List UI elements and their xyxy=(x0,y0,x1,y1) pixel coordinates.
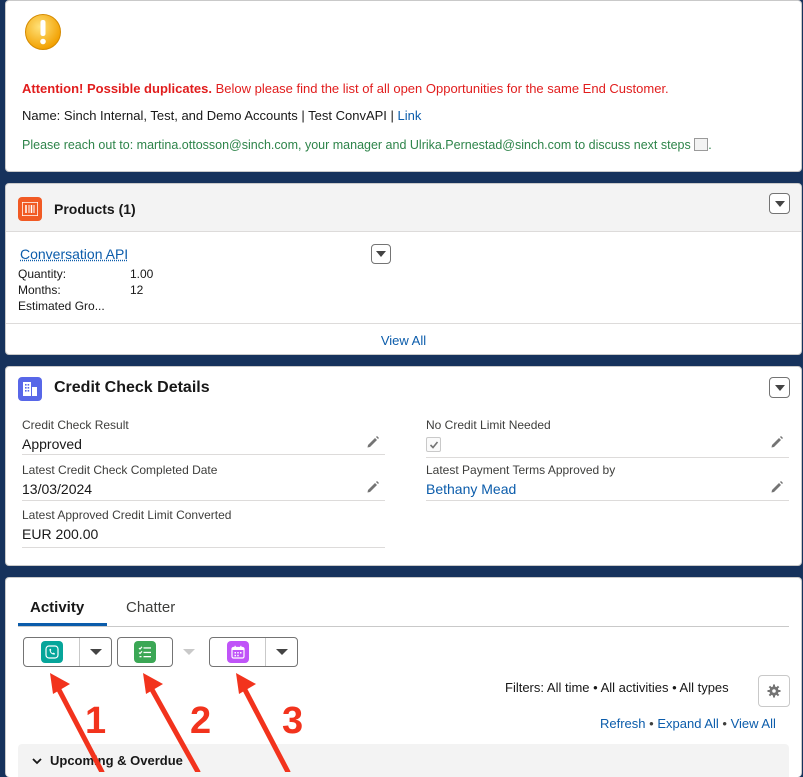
duplicate-name-line: Name: Sinch Internal, Test, and Demo Acc… xyxy=(22,108,421,123)
no-limit-checkbox xyxy=(426,437,441,452)
duplicate-name-text: Name: Sinch Internal, Test, and Demo Acc… xyxy=(22,108,398,123)
credit-title: Credit Check Details xyxy=(54,379,210,397)
edit-terms-icon[interactable] xyxy=(770,480,784,494)
edit-credit-result-icon[interactable] xyxy=(366,435,380,449)
chevron-down-icon xyxy=(90,649,102,655)
credit-limit-value: EUR 200.00 xyxy=(22,526,98,542)
estimated-label: Estimated Gro... xyxy=(18,299,105,313)
products-menu-button[interactable] xyxy=(769,193,790,214)
activity-settings-button[interactable] xyxy=(758,675,790,707)
phone-icon xyxy=(41,641,63,663)
terms-label: Latest Payment Terms Approved by xyxy=(426,463,615,477)
activity-card: Activity Chatter Filters: All time • All… xyxy=(5,577,802,777)
task-icon xyxy=(134,641,156,663)
link-separator: • xyxy=(722,716,730,731)
chevron-down-icon xyxy=(276,649,288,655)
upcoming-overdue-title: Upcoming & Overdue xyxy=(50,753,183,768)
credit-limit-label: Latest Approved Credit Limit Converted xyxy=(22,508,231,522)
quantity-label: Quantity: xyxy=(18,267,66,281)
reach-out-trailing: . xyxy=(708,138,711,152)
reach-out-line: Please reach out to: martina.ottosson@si… xyxy=(22,138,712,152)
broken-image-icon xyxy=(694,138,708,151)
completed-date-divider xyxy=(22,500,385,501)
refresh-link[interactable]: Refresh xyxy=(600,716,646,731)
credit-result-label: Credit Check Result xyxy=(22,418,129,432)
credit-menu-button[interactable] xyxy=(769,377,790,398)
warning-icon xyxy=(24,13,62,51)
new-event-button[interactable] xyxy=(210,638,266,666)
new-event-dropdown[interactable] xyxy=(267,638,297,666)
products-card: Products (1) Conversation API Quantity: … xyxy=(5,183,802,355)
log-call-button[interactable] xyxy=(24,638,80,666)
no-limit-label: No Credit Limit Needed xyxy=(426,418,551,432)
tabs-divider xyxy=(18,626,789,627)
new-task-dropdown[interactable] xyxy=(174,637,204,667)
terms-divider xyxy=(426,500,789,501)
duplicate-alert-card: Attention! Possible duplicates. Below pl… xyxy=(5,0,802,172)
products-view-all-link[interactable]: View All xyxy=(6,333,801,348)
activity-filters: Filters: All time • All activities • All… xyxy=(505,680,729,695)
view-all-link[interactable]: View All xyxy=(731,716,776,731)
products-icon xyxy=(18,197,42,221)
gear-icon xyxy=(767,684,781,698)
chevron-down-icon xyxy=(183,649,195,655)
credit-icon xyxy=(18,377,42,401)
terms-value-link[interactable]: Bethany Mead xyxy=(426,481,516,497)
credit-result-value: Approved xyxy=(22,436,82,452)
new-task-button[interactable] xyxy=(117,637,173,667)
duplicate-message: Below please find the list of all open O… xyxy=(212,81,669,96)
months-value: 12 xyxy=(130,283,143,297)
products-footer-divider xyxy=(6,323,801,324)
expand-all-link[interactable]: Expand All xyxy=(657,716,718,731)
credit-result-divider xyxy=(22,454,385,455)
tab-activity[interactable]: Activity xyxy=(30,599,84,616)
credit-check-card: Credit Check Details Credit Check Result… xyxy=(5,366,802,566)
completed-date-label: Latest Credit Check Completed Date xyxy=(22,463,217,477)
attention-heading: Attention! Possible duplicates. xyxy=(22,81,212,96)
duplicate-warning-text: Attention! Possible duplicates. Below pl… xyxy=(22,81,669,96)
credit-limit-divider xyxy=(22,547,385,548)
tab-chatter[interactable]: Chatter xyxy=(126,599,175,616)
activity-links: Refresh • Expand All • View All xyxy=(600,716,776,731)
edit-no-limit-icon[interactable] xyxy=(770,435,784,449)
completed-date-value: 13/03/2024 xyxy=(22,481,92,497)
months-label: Months: xyxy=(18,283,61,297)
new-task-button-group xyxy=(117,637,206,667)
quantity-value: 1.00 xyxy=(130,267,153,281)
product-item-link[interactable]: Conversation API xyxy=(20,246,128,262)
log-call-dropdown[interactable] xyxy=(81,638,111,666)
log-call-button-group xyxy=(23,637,112,667)
checkmark-icon xyxy=(429,440,439,450)
no-limit-divider xyxy=(426,457,789,458)
product-item-menu-button[interactable] xyxy=(371,244,391,264)
edit-completed-date-icon[interactable] xyxy=(366,480,380,494)
calendar-icon xyxy=(227,641,249,663)
upcoming-overdue-section[interactable]: Upcoming & Overdue xyxy=(18,744,789,777)
chevron-down-icon xyxy=(32,756,42,766)
products-title[interactable]: Products (1) xyxy=(54,201,136,217)
new-event-button-group xyxy=(209,637,298,667)
duplicate-link[interactable]: Link xyxy=(398,108,422,123)
reach-out-text: Please reach out to: martina.ottosson@si… xyxy=(22,138,691,152)
